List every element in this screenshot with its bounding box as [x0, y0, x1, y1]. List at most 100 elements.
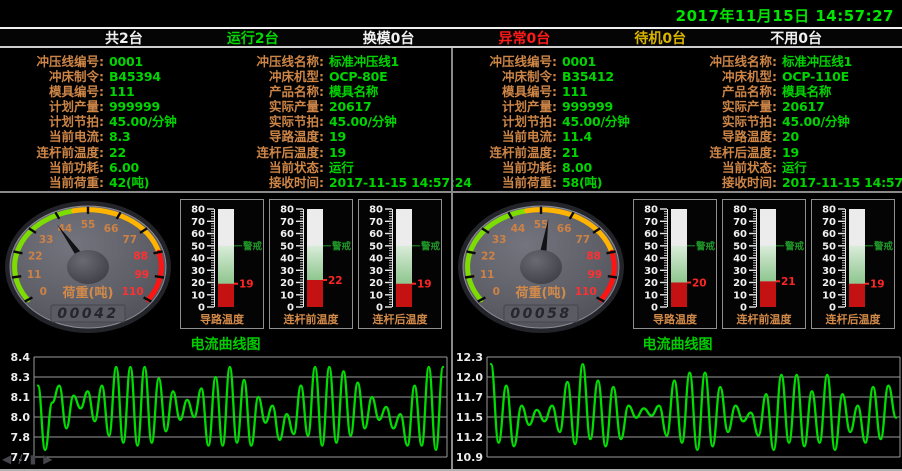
nav-stop-icon[interactable]: ▮ [30, 452, 37, 466]
nav-pencil-icon[interactable]: ∕ [18, 452, 22, 466]
info-value: 19 [777, 145, 902, 160]
gauge-tick-label: 0 [40, 286, 47, 298]
current-chart-section: 电流曲线图12.312.011.711.511.210.9 [453, 338, 902, 469]
info-value: 22 [104, 145, 220, 160]
thermo-scale-label: 70 [733, 217, 747, 228]
thermo-scale-label: 70 [822, 217, 836, 228]
thermometer: 01020304050607080警戒19导路温度 [180, 199, 264, 329]
info-label: 冲压线编号: [459, 54, 557, 69]
gauge-tick-label: 99 [587, 269, 602, 281]
chart-y-label: 8.0 [11, 411, 31, 424]
thermo-scale-label: 80 [191, 205, 205, 216]
thermo-scale-label: 30 [280, 266, 294, 277]
info-value: 20617 [324, 99, 472, 114]
thermo-scale-label: 10 [822, 290, 836, 301]
info-label: 当前荷重: [459, 175, 557, 190]
thermo-scale-label: 40 [733, 254, 747, 265]
info-value: 19 [324, 129, 472, 144]
thermo-value: 19 [239, 279, 254, 291]
thermo-fill [671, 283, 687, 308]
info-label: 计划产量: [6, 99, 104, 114]
info-label: 当前功耗: [459, 160, 557, 175]
thermo-warn-label: 警戒 [874, 240, 894, 252]
thermo-scale-label: 40 [280, 254, 294, 265]
gauge-tick-label: 55 [81, 219, 96, 231]
thermo-green-zone [396, 246, 412, 284]
thermo-scale-label: 20 [369, 278, 383, 289]
gauge-odometer: 00058 [510, 306, 571, 322]
info-label: 导路温度: [220, 129, 324, 144]
thermo-scale-label: 60 [644, 229, 658, 240]
thermo-scale-label: 80 [733, 205, 747, 216]
thermo-scale-label: 50 [644, 241, 658, 252]
gauge-tick-label: 33 [492, 234, 507, 246]
thermo-scale-label: 50 [733, 241, 747, 252]
info-label: 实际节拍: [673, 114, 777, 129]
thermo-scale-label: 70 [191, 217, 205, 228]
thermo-scale-label: 0 [287, 303, 294, 314]
nav-back-icon[interactable]: ◀ [2, 452, 11, 466]
info-value: 45.00/分钟 [557, 114, 673, 129]
info-value: 42(吨) [104, 175, 220, 190]
thermo-scale-label: 10 [644, 290, 658, 301]
info-value: 45.00/分钟 [324, 114, 472, 129]
thermo-label: 导路温度 [653, 312, 698, 326]
info-label: 计划节拍: [6, 114, 104, 129]
info-label: 冲床制令: [6, 69, 104, 84]
info-label: 连杆前温度: [459, 145, 557, 160]
machine-info: 冲压线编号:0001冲压线名称:标准冲压线1冲床制令:B45394冲床机型:OC… [0, 48, 451, 193]
info-value: 111 [557, 84, 673, 99]
info-label: 当前功耗: [6, 160, 104, 175]
current-chart-section: 电流曲线图8.48.38.18.07.87.7 ◀ ∕ ▮ ▶ [0, 338, 451, 469]
gauge-tick-label: 110 [575, 286, 597, 298]
gauge-tick-label: 99 [134, 269, 149, 281]
thermo-label: 连杆后温度 [373, 312, 429, 326]
info-value: 999999 [557, 99, 673, 114]
thermo-label: 连杆后温度 [826, 312, 882, 326]
thermo-green-zone [849, 246, 865, 284]
thermo-scale-label: 40 [822, 254, 836, 265]
gauge-tick-label: 77 [122, 234, 137, 246]
machine-info: 冲压线编号:0001冲压线名称:标准冲压线1冲床制令:B35412冲床机型:OC… [453, 48, 902, 193]
current-line-chart: 8.48.38.18.07.87.7 [0, 353, 451, 465]
gauge-tick-label: 88 [586, 250, 601, 262]
thermo-green-zone [307, 246, 323, 280]
info-value: 0001 [557, 54, 673, 69]
info-label: 当前状态: [673, 160, 777, 175]
gauge-tick-label: 0 [493, 286, 500, 298]
info-label: 接收时间: [220, 175, 324, 190]
machine-info-grid: 冲压线编号:0001冲压线名称:标准冲压线1冲床制令:B45394冲床机型:OC… [6, 54, 451, 190]
thermo-scale-label: 80 [280, 205, 294, 216]
info-label: 模具编号: [6, 84, 104, 99]
info-value: 模具名称 [777, 84, 902, 99]
chart-y-label: 11.7 [456, 391, 483, 404]
info-label: 连杆后温度: [673, 145, 777, 160]
thermo-fill [307, 280, 323, 307]
chart-title: 电流曲线图 [453, 338, 902, 353]
thermo-scale-label: 50 [369, 241, 383, 252]
info-value: B35412 [557, 69, 673, 84]
load-gauge: 0112233445566778899110荷重(吨)00058 [457, 201, 625, 337]
gauge-tick-label: 44 [58, 223, 73, 235]
nav-forward-icon[interactable]: ▶ [43, 452, 52, 466]
status-standby: 待机0台 [634, 28, 686, 48]
info-value: OCP-110E [777, 69, 902, 84]
thermo-scale-label: 10 [280, 290, 294, 301]
thermo-scale-label: 60 [280, 229, 294, 240]
thermo-scale-label: 80 [369, 205, 383, 216]
info-label: 模具编号: [459, 84, 557, 99]
chart-y-label: 8.1 [11, 391, 31, 404]
chart-y-label: 11.5 [456, 411, 483, 424]
info-label: 冲压线名称: [673, 54, 777, 69]
info-label: 产品名称: [220, 84, 324, 99]
status-total: 共2台 [105, 28, 143, 48]
info-value: 标准冲压线1 [777, 54, 902, 69]
gauge-tick [608, 276, 617, 277]
chart-y-label: 10.9 [456, 451, 483, 464]
thermo-fill [396, 284, 412, 307]
gauge-tick-label: 66 [104, 223, 119, 235]
gauge-section: 0112233445566778899110荷重(吨)0004201020304… [0, 193, 451, 338]
thermo-scale-label: 0 [198, 303, 205, 314]
info-label: 实际产量: [673, 99, 777, 114]
thermo-scale-label: 50 [191, 241, 205, 252]
